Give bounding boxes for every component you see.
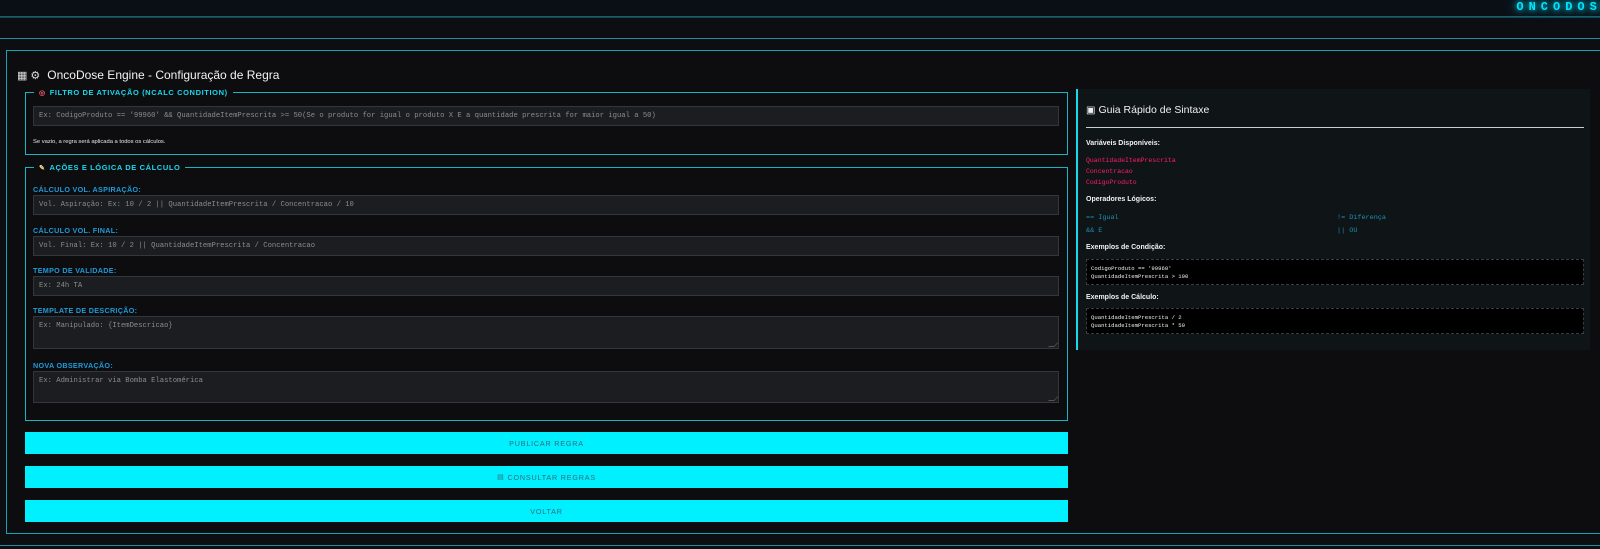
operator-item: == Igual <box>1086 214 1119 222</box>
page-title-text: OncoDose Engine - Configuração de Regra <box>47 68 280 82</box>
condition-placeholder: Ex: CodigoProduto == '99960' && Quantida… <box>39 112 656 120</box>
condition-input[interactable]: Ex: CodigoProduto == '99960' && Quantida… <box>33 106 1059 126</box>
filter-legend-label: FILTRO DE ATIVAÇÃO (NCALC CONDITION) <box>49 88 228 97</box>
resize-handle-icon[interactable] <box>1048 395 1058 401</box>
brand-logo: ONCODOSE <box>1516 0 1600 14</box>
aspiration-label: CÁLCULO VOL. ASPIRAÇÃO: <box>33 185 142 194</box>
back-label: VOLTAR <box>530 506 563 516</box>
aspiration-input[interactable]: Vol. Aspiração: Ex: 10 / 2 || Quantidade… <box>33 195 1059 215</box>
operator-item: && E <box>1086 227 1103 235</box>
calculation-examples-code: QuantidadeItemPrescrita / 2 QuantidadeIt… <box>1086 308 1584 334</box>
description-template-textarea[interactable]: Ex: Manipulado: {ItemDescricao} <box>33 316 1059 349</box>
final-volume-label: CÁLCULO VOL. FINAL: <box>33 226 119 235</box>
page-title: ▦ ⚙ OncoDose Engine - Configuração de Re… <box>17 68 279 82</box>
final-volume-placeholder: Vol. Final: Ex: 10 / 2 || QuantidadeItem… <box>39 242 316 250</box>
observation-label: NOVA OBSERVAÇÃO: <box>33 361 114 370</box>
back-button[interactable]: VOLTAR <box>25 500 1068 522</box>
bottom-border <box>0 545 1600 546</box>
actions-legend-label: AÇÕES E LÓGICA DE CÁLCULO <box>49 163 181 172</box>
top-bar: ONCODOSE <box>0 0 1600 17</box>
book-icon: ▣ <box>1086 104 1096 116</box>
publish-rule-button[interactable]: PUBLICAR REGRA <box>25 432 1068 454</box>
actions-legend: ✎ AÇÕES E LÓGICA DE CÁLCULO <box>34 163 185 172</box>
filter-legend: ◎ FILTRO DE ATIVAÇÃO (NCALC CONDITION) <box>34 88 233 97</box>
description-template-label: TEMPLATE DE DESCRIÇÃO: <box>33 306 138 315</box>
gear-icon: ⚙ <box>30 69 41 82</box>
final-volume-input[interactable]: Vol. Final: Ex: 10 / 2 || QuantidadeItem… <box>33 236 1059 256</box>
nav-strip <box>0 17 1600 39</box>
syntax-guide-title-text: Guia Rápido de Sintaxe <box>1098 104 1210 116</box>
variable-item: QuantidadeItemPrescrita <box>1086 157 1176 164</box>
variable-item: Concentracao <box>1086 168 1133 175</box>
condition-examples-code: CodigoProduto == '99960' QuantidadeItemP… <box>1086 259 1584 285</box>
code-line: QuantidadeItemPrescrita / 2 <box>1091 314 1182 321</box>
magic-wand-icon: ✎ <box>39 164 46 172</box>
calculation-examples-heading: Exemplos de Cálculo: <box>1086 294 1159 301</box>
variables-heading: Variáveis Disponíveis: <box>1086 140 1160 147</box>
variable-item: CodigoProduto <box>1086 179 1137 186</box>
condition-hint: Se vazio, a regra será aplicada a todos … <box>33 139 166 145</box>
condition-examples-heading: Exemplos de Condição: <box>1086 244 1166 251</box>
consult-rules-label: CONSULTAR REGRAS <box>507 472 596 482</box>
operator-item: != Diferença <box>1337 214 1386 222</box>
operator-item: || OU <box>1337 227 1358 235</box>
syntax-guide-panel: ▣ Guia Rápido de Sintaxe Variáveis Dispo… <box>1076 89 1590 350</box>
code-line: QuantidadeItemPrescrita > 100 <box>1091 273 1189 280</box>
operators-heading: Operadores Lógicos: <box>1086 196 1157 203</box>
publish-rule-label: PUBLICAR REGRA <box>509 438 584 448</box>
resize-handle-icon[interactable] <box>1048 341 1058 347</box>
database-icon: ▤ <box>497 474 505 481</box>
validity-label: TEMPO DE VALIDADE: <box>33 266 117 275</box>
code-line: QuantidadeItemPrescrita * 50 <box>1091 322 1185 329</box>
observation-textarea[interactable]: Ex: Administrar via Bomba Elastomérica <box>33 371 1059 403</box>
consult-rules-button[interactable]: ▤ CONSULTAR REGRAS <box>25 466 1068 488</box>
validity-placeholder: Ex: 24h TA <box>39 282 83 290</box>
divider <box>1086 127 1584 128</box>
description-template-placeholder: Ex: Manipulado: {ItemDescricao} <box>39 322 173 330</box>
microchip-icon: ▦ <box>17 69 28 82</box>
code-line: CodigoProduto == '99960' <box>1091 265 1172 272</box>
validity-input[interactable]: Ex: 24h TA <box>33 276 1059 296</box>
observation-placeholder: Ex: Administrar via Bomba Elastomérica <box>39 377 203 385</box>
aspiration-placeholder: Vol. Aspiração: Ex: 10 / 2 || Quantidade… <box>39 201 354 209</box>
target-icon: ◎ <box>39 89 46 97</box>
syntax-guide-title: ▣ Guia Rápido de Sintaxe <box>1086 104 1209 116</box>
